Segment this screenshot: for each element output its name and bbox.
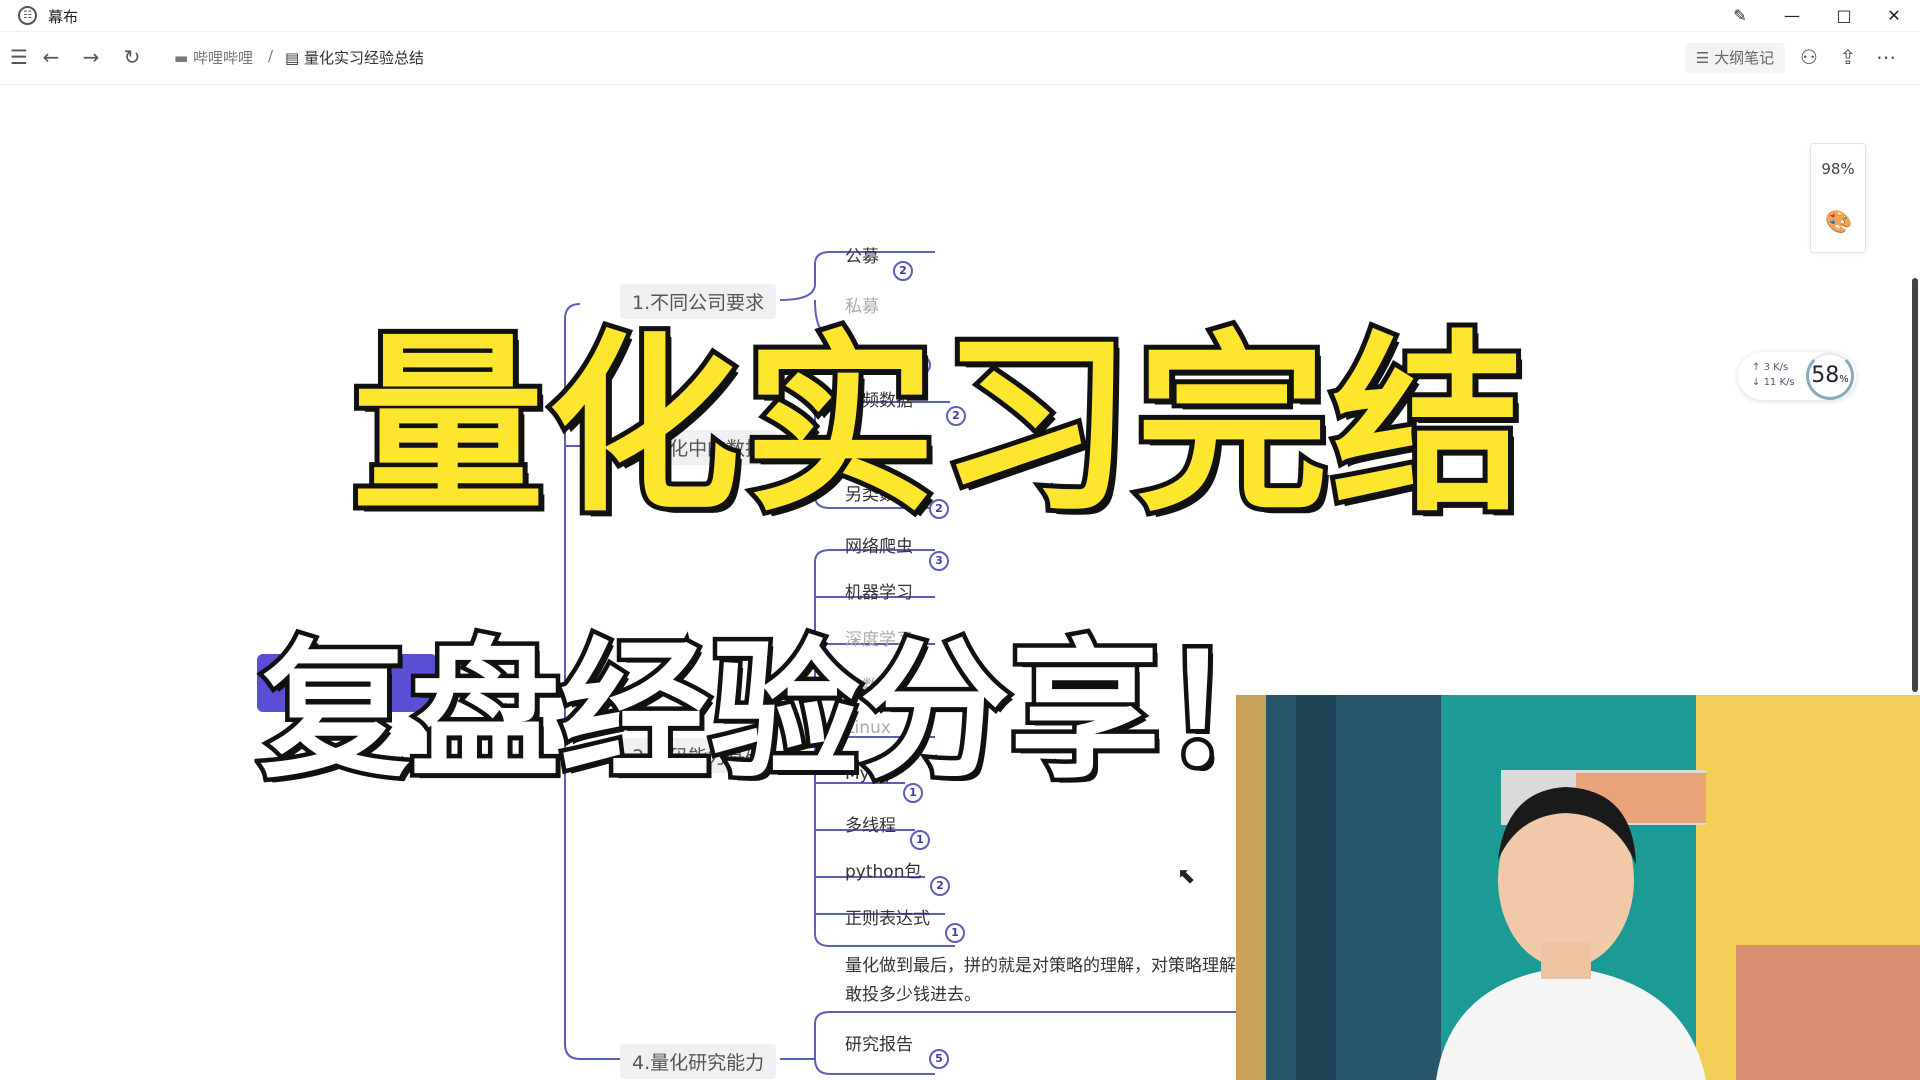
webcam-picture bbox=[1236, 695, 1920, 1080]
note-text[interactable]: 量化做到最后，拼的就是对策略的理解，对策略理解 敢投多少钱进去。 bbox=[845, 952, 1236, 1010]
pin-icon[interactable]: ✎ bbox=[1718, 2, 1762, 30]
toolbar: ☰ ← → ↻ ▬ 哔哩哔哩 / ▤ 量化实习经验总结 ☰ 大纲笔记 ⚇ ⇪ ⋯ bbox=[0, 32, 1920, 85]
list-icon: ☰ bbox=[1695, 49, 1710, 67]
note-line: 量化做到最后，拼的就是对策略的理解，对策略理解 bbox=[845, 956, 1236, 976]
minimize-icon[interactable]: — bbox=[1770, 2, 1814, 30]
leaf-node[interactable]: 研究报告 bbox=[845, 1030, 913, 1055]
forward-arrow-icon[interactable]: → bbox=[78, 44, 104, 70]
breadcrumb-document-label: 量化实习经验总结 bbox=[303, 49, 424, 67]
leaf-node[interactable]: 多线程 bbox=[845, 811, 896, 836]
breadcrumb-document[interactable]: ▤ 量化实习经验总结 bbox=[285, 47, 424, 68]
overlay-title: 量化实习完结 bbox=[347, 310, 1529, 543]
leaf-node[interactable]: 正则表达式 bbox=[845, 904, 930, 929]
category-node[interactable]: 4.量化研究能力 bbox=[620, 1044, 777, 1079]
menu-icon[interactable]: ☰ bbox=[6, 44, 32, 70]
more-icon[interactable]: ⋯ bbox=[1873, 44, 1899, 70]
note-line: 敢投多少钱进去。 bbox=[845, 985, 981, 1005]
outline-notes-button[interactable]: ☰ 大纲笔记 bbox=[1685, 43, 1785, 73]
maximize-icon[interactable]: □ bbox=[1822, 2, 1866, 30]
collaborate-icon[interactable]: ⚇ bbox=[1796, 44, 1822, 70]
child-count-badge[interactable]: 5 bbox=[929, 1049, 949, 1069]
close-icon[interactable]: ✕ bbox=[1872, 2, 1916, 30]
app-title: 幕布 bbox=[48, 8, 79, 26]
breadcrumb-separator: / bbox=[268, 47, 274, 65]
mouse-cursor-icon: ⬉ bbox=[1177, 864, 1196, 889]
folder-icon: ▬ bbox=[174, 49, 189, 67]
leaf-node[interactable]: 公募 bbox=[845, 242, 879, 267]
child-count-badge[interactable]: 3 bbox=[929, 551, 949, 571]
share-icon[interactable]: ⇪ bbox=[1835, 44, 1861, 70]
child-count-badge[interactable]: 1 bbox=[945, 923, 965, 943]
webcam-overlay bbox=[1236, 695, 1920, 1080]
child-count-badge[interactable]: 2 bbox=[930, 876, 950, 896]
breadcrumb-folder-label: 哔哩哔哩 bbox=[192, 49, 253, 67]
refresh-icon[interactable]: ↻ bbox=[119, 44, 145, 70]
outline-notes-label: 大纲笔记 bbox=[1714, 49, 1775, 67]
app-logo-icon: ☷ bbox=[18, 6, 37, 25]
leaf-node[interactable]: python包 bbox=[845, 857, 921, 882]
title-bar: ☷ 幕布 ✎ — □ ✕ bbox=[0, 0, 1920, 32]
breadcrumb-folder[interactable]: ▬ 哔哩哔哩 bbox=[174, 47, 253, 68]
back-arrow-icon[interactable]: ← bbox=[38, 44, 64, 70]
document-icon: ▤ bbox=[285, 49, 300, 67]
child-count-badge[interactable]: 1 bbox=[910, 830, 930, 850]
overlay-subtitle: 复盘经验分享！ bbox=[255, 621, 1314, 804]
leaf-connector bbox=[814, 1058, 935, 1075]
